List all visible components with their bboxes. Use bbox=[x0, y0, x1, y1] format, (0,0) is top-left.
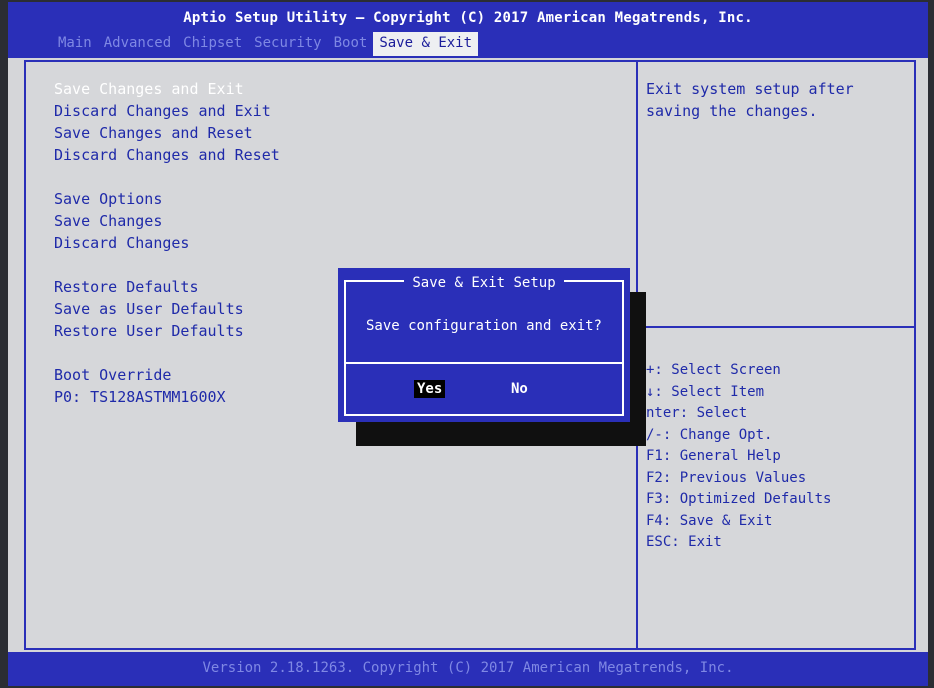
key-hint-select-screen: +: Select Screen bbox=[646, 362, 781, 378]
tab-boot[interactable]: Boot bbox=[328, 32, 374, 56]
key-hint-change-opt: /-: Change Opt. bbox=[646, 426, 773, 443]
dialog-message: Save configuration and exit? bbox=[365, 318, 602, 334]
tab-advanced[interactable]: Advanced bbox=[98, 32, 177, 56]
menu-item-restore-user-defaults[interactable]: Restore User Defaults bbox=[54, 320, 280, 342]
menu-item-restore-defaults[interactable]: Restore Defaults bbox=[54, 276, 280, 298]
dialog-border bbox=[344, 280, 624, 416]
key-hint-save-exit: F4: Save & Exit bbox=[646, 512, 773, 529]
menu-spacer bbox=[54, 166, 280, 188]
menu-spacer bbox=[54, 342, 280, 364]
save-exit-menu: Save Changes and Exit Discard Changes an… bbox=[54, 78, 280, 408]
version-text: Version 2.18.1263. Copyright (C) 2017 Am… bbox=[202, 660, 734, 676]
app-title: Aptio Setup Utility – Copyright (C) 2017… bbox=[183, 10, 753, 26]
key-hint-select-item: ↓: Select Item bbox=[646, 383, 765, 400]
save-exit-dialog: Save & Exit Setup Save configuration and… bbox=[338, 268, 630, 422]
menu-spacer bbox=[54, 254, 280, 276]
status-bar: Version 2.18.1263. Copyright (C) 2017 Am… bbox=[8, 652, 928, 686]
key-legend: +: Select Screen ↓: Select Item nter: Se… bbox=[646, 360, 831, 554]
dialog-title-text: Save & Exit Setup bbox=[404, 275, 564, 291]
menu-item-boot-device[interactable]: P0: TS128ASTMM1600X bbox=[54, 386, 280, 408]
tab-main[interactable]: Main bbox=[52, 32, 98, 56]
section-heading-boot-override: Boot Override bbox=[54, 366, 172, 384]
key-hint-esc-exit: ESC: Exit bbox=[646, 534, 722, 550]
key-hint-previous-values: F2: Previous Values bbox=[646, 469, 807, 486]
menu-item-save-changes-and-exit[interactable]: Save Changes and Exit bbox=[54, 78, 280, 100]
menu-item-discard-changes-and-exit[interactable]: Discard Changes and Exit bbox=[54, 100, 280, 122]
menu-item-discard-changes-and-reset[interactable]: Discard Changes and Reset bbox=[54, 144, 280, 166]
key-hint-optimized-defaults: F3: Optimized Defaults bbox=[646, 491, 832, 507]
tab-save-exit[interactable]: Save & Exit bbox=[373, 32, 479, 56]
menu-item-discard-changes[interactable]: Discard Changes bbox=[54, 232, 280, 254]
tab-security[interactable]: Security bbox=[248, 32, 327, 56]
key-hint-general-help: F1: General Help bbox=[646, 448, 781, 464]
dialog-separator bbox=[344, 362, 624, 364]
key-hint-enter-select: nter: Select bbox=[646, 405, 748, 421]
dialog-title: Save & Exit Setup bbox=[338, 272, 630, 291]
tab-bar: Main Advanced Chipset Security Boot Save… bbox=[52, 32, 479, 56]
menu-item-save-changes-and-reset[interactable]: Save Changes and Reset bbox=[54, 122, 280, 144]
no-button[interactable]: No bbox=[508, 380, 531, 398]
help-divider bbox=[638, 326, 914, 328]
menu-item-save-user-defaults[interactable]: Save as User Defaults bbox=[54, 298, 280, 320]
section-heading-save-options: Save Options bbox=[54, 190, 163, 208]
menu-item-save-changes[interactable]: Save Changes bbox=[54, 210, 280, 232]
title-bar: Aptio Setup Utility – Copyright (C) 2017… bbox=[8, 2, 928, 58]
tab-chipset[interactable]: Chipset bbox=[177, 32, 248, 56]
bios-screen: Aptio Setup Utility – Copyright (C) 2017… bbox=[8, 2, 928, 686]
yes-button[interactable]: Yes bbox=[414, 380, 446, 398]
help-text: Exit system setup after saving the chang… bbox=[646, 80, 854, 120]
